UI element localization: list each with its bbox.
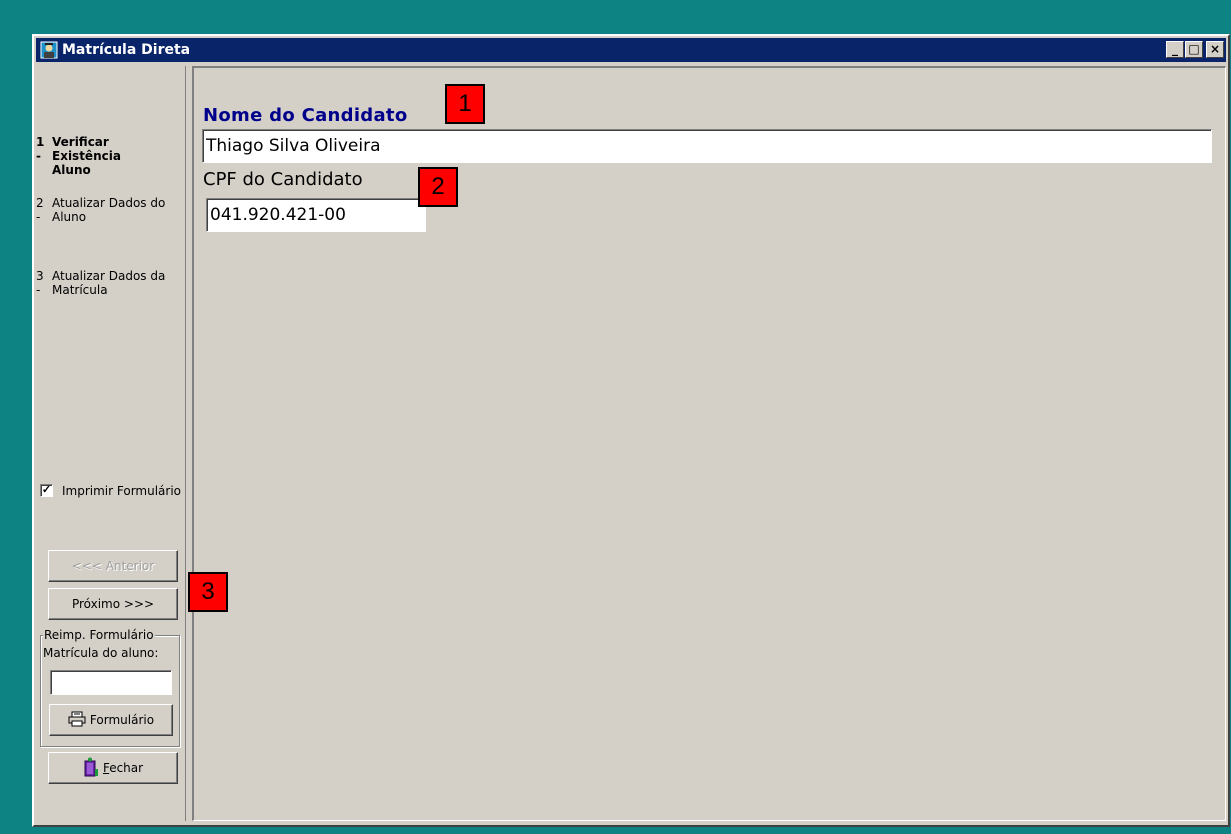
form-button[interactable]: Formulário — [49, 704, 173, 736]
exit-door-icon — [83, 757, 99, 780]
form-button-label: Formulário — [89, 713, 155, 727]
candidate-name-input[interactable] — [202, 129, 1212, 163]
print-form-label: Imprimir Formulário — [62, 484, 182, 498]
next-button[interactable]: Próximo >>> — [48, 588, 178, 620]
enrollment-input[interactable] — [50, 670, 172, 695]
previous-button-label: <<< Anterior — [71, 559, 155, 573]
maximize-button[interactable]: □ — [1185, 41, 1203, 58]
annotation-badge-1: 1 — [445, 84, 485, 124]
window-title: Matrícula Direta — [62, 42, 191, 58]
enrollment-label: Matrícula do aluno: — [43, 646, 159, 660]
step-number: 2 - — [36, 196, 44, 224]
close-window-button[interactable]: × — [1206, 41, 1224, 58]
step-label: Atualizar Dados da Matrícula — [52, 269, 166, 297]
wizard-panel: 1 - Verificar Existência Aluno 2 - Atual… — [36, 66, 186, 821]
close-button-label: Fechar — [103, 761, 143, 775]
main-window: Matrícula Direta _ □ × 1 - Verificar Exi… — [32, 34, 1230, 827]
previous-button[interactable]: <<< Anterior — [48, 550, 178, 582]
content-area: Nome do Candidato CPF do Candidato — [192, 66, 1226, 821]
annotation-badge-3: 3 — [188, 572, 228, 612]
annotation-badge-2: 2 — [418, 167, 458, 207]
step-number: 1 - — [36, 135, 45, 163]
printer-icon — [68, 711, 86, 730]
candidate-name-label: Nome do Candidato — [203, 105, 408, 126]
reprint-group-title: Reimp. Formulário — [43, 628, 155, 642]
step-number: 3 - — [36, 269, 44, 297]
candidate-cpf-input[interactable] — [206, 198, 426, 232]
minimize-button[interactable]: _ — [1166, 41, 1184, 58]
next-button-label: Próximo >>> — [71, 597, 155, 611]
step-label: Verificar Existência Aluno — [52, 135, 121, 177]
step-label: Atualizar Dados do Aluno — [52, 196, 166, 224]
reprint-form-group: Reimp. Formulário Matrícula do aluno: Fo… — [40, 628, 180, 747]
candidate-cpf-label: CPF do Candidato — [203, 169, 363, 190]
close-label-rest: echar — [109, 761, 144, 775]
title-bar[interactable]: Matrícula Direta _ □ × — [36, 38, 1226, 62]
print-form-checkbox[interactable]: ✓ — [40, 484, 53, 497]
close-button[interactable]: Fechar — [48, 752, 178, 784]
app-icon — [40, 41, 58, 59]
